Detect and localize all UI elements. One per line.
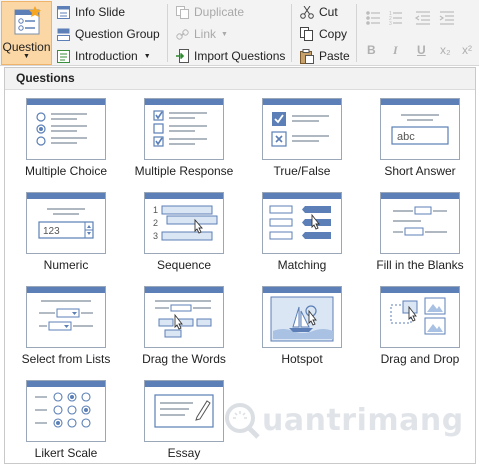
- tile-label: Multiple Choice: [24, 164, 108, 178]
- numeric-icon: 123: [26, 192, 106, 254]
- short-answer-text: abc: [397, 131, 415, 143]
- ribbon-separator: [167, 4, 168, 62]
- drag-drop-icon: [380, 286, 460, 348]
- chevron-down-icon: ▼: [23, 53, 30, 60]
- sequence-number: 2: [153, 218, 158, 228]
- svg-text:3: 3: [389, 21, 392, 26]
- sequence-number: 3: [153, 231, 158, 241]
- subscript-button[interactable]: x₂: [440, 43, 451, 57]
- chevron-down-icon: ▼: [143, 52, 151, 60]
- italic-button[interactable]: I: [393, 43, 398, 58]
- ribbon-toolbar: Question ▼ Info Slide Question Group Int…: [0, 0, 479, 66]
- copy-label: Copy: [319, 27, 348, 41]
- import-questions-label: Import Questions: [194, 49, 286, 63]
- introduction-dropdown[interactable]: Introduction ▼: [57, 46, 151, 66]
- essay-icon: [144, 380, 224, 442]
- chevron-down-icon: ▼: [221, 30, 228, 38]
- gallery-header: Questions: [5, 68, 475, 90]
- likert-scale-icon: [26, 380, 106, 442]
- introduction-label: Introduction: [75, 49, 138, 63]
- multiple-response-icon: [144, 98, 224, 160]
- superscript-button[interactable]: x²: [462, 43, 472, 57]
- tile-label: Short Answer: [384, 164, 456, 178]
- question-button-label: Question: [2, 40, 51, 54]
- tile-multiple-choice[interactable]: Multiple Choice: [10, 98, 122, 186]
- sequence-icon: 1 2 3: [144, 192, 224, 254]
- tile-label: True/False: [273, 164, 331, 178]
- copy-icon: [300, 27, 313, 41]
- tile-matching[interactable]: Matching: [246, 192, 358, 280]
- multiple-choice-icon: [26, 98, 106, 160]
- question-button[interactable]: Question ▼: [1, 1, 52, 65]
- watermark: uantrimang: [222, 400, 472, 440]
- tile-drag-drop[interactable]: Drag and Drop: [364, 286, 476, 374]
- numeric-value: 123: [43, 226, 60, 237]
- link-icon: [176, 28, 189, 40]
- question-slide-icon: [14, 6, 41, 35]
- tile-label: Matching: [277, 258, 327, 272]
- fill-blanks-icon: [380, 192, 460, 254]
- watermark-logo-icon: [225, 403, 260, 439]
- import-questions-button[interactable]: Import Questions: [176, 46, 285, 66]
- tile-label: Hotspot: [281, 352, 323, 366]
- bold-button[interactable]: B: [367, 43, 376, 57]
- select-lists-icon: [26, 286, 106, 348]
- question-group-label: Question Group: [75, 27, 160, 41]
- duplicate-icon: [176, 5, 189, 19]
- tile-drag-words[interactable]: Drag the Words: [128, 286, 240, 374]
- ribbon-separator: [291, 4, 292, 62]
- tile-multiple-response[interactable]: Multiple Response: [128, 98, 240, 186]
- tile-fill-blanks[interactable]: Fill in the Blanks: [364, 192, 476, 280]
- sequence-number: 1: [153, 205, 158, 215]
- watermark-text: uantrimang: [262, 402, 464, 438]
- tile-label: Numeric: [43, 258, 89, 272]
- link-label: Link: [194, 27, 217, 41]
- tile-true-false[interactable]: True/False: [246, 98, 358, 186]
- paste-label: Paste: [319, 49, 350, 63]
- paste-button[interactable]: Paste: [300, 46, 350, 66]
- drag-words-icon: [144, 286, 224, 348]
- short-answer-icon: abc: [380, 98, 460, 160]
- tile-numeric[interactable]: 123 Numeric: [10, 192, 122, 280]
- tile-label: Multiple Response: [134, 164, 234, 178]
- scissors-icon: [300, 5, 314, 19]
- question-group-icon: [57, 28, 70, 41]
- introduction-icon: [57, 49, 70, 63]
- info-slide-button[interactable]: Info Slide: [57, 2, 125, 22]
- cut-button[interactable]: Cut: [300, 2, 338, 22]
- info-slide-icon: [57, 5, 70, 19]
- tile-short-answer[interactable]: abc Short Answer: [364, 98, 476, 186]
- info-slide-label: Info Slide: [75, 5, 126, 19]
- tile-select-lists[interactable]: Select from Lists: [10, 286, 122, 374]
- ribbon-separator: [356, 4, 357, 62]
- question-group-button[interactable]: Question Group: [57, 24, 160, 44]
- tile-label: Drag and Drop: [380, 352, 460, 366]
- cut-label: Cut: [319, 5, 338, 19]
- underline-button[interactable]: U: [417, 43, 426, 57]
- import-icon: [176, 49, 189, 63]
- tile-hotspot[interactable]: Hotspot: [246, 286, 358, 374]
- tile-label: Essay: [167, 446, 201, 460]
- paragraph-format-icons: 1 2 3: [366, 11, 454, 26]
- matching-icon: [262, 192, 342, 254]
- tile-label: Select from Lists: [21, 352, 111, 366]
- copy-button[interactable]: Copy: [300, 24, 347, 44]
- tile-label: Fill in the Blanks: [376, 258, 464, 272]
- tile-likert-scale[interactable]: Likert Scale: [10, 380, 122, 468]
- duplicate-button[interactable]: Duplicate: [176, 2, 244, 22]
- true-false-icon: [262, 98, 342, 160]
- clipboard-icon: [300, 48, 314, 64]
- tile-label: Likert Scale: [34, 446, 98, 460]
- duplicate-label: Duplicate: [194, 5, 245, 19]
- link-dropdown[interactable]: Link ▼: [176, 24, 228, 44]
- tile-label: Sequence: [156, 258, 212, 272]
- tile-sequence[interactable]: 1 2 3 Sequence: [128, 192, 240, 280]
- hotspot-icon: [262, 286, 342, 348]
- tile-label: Drag the Words: [142, 352, 226, 366]
